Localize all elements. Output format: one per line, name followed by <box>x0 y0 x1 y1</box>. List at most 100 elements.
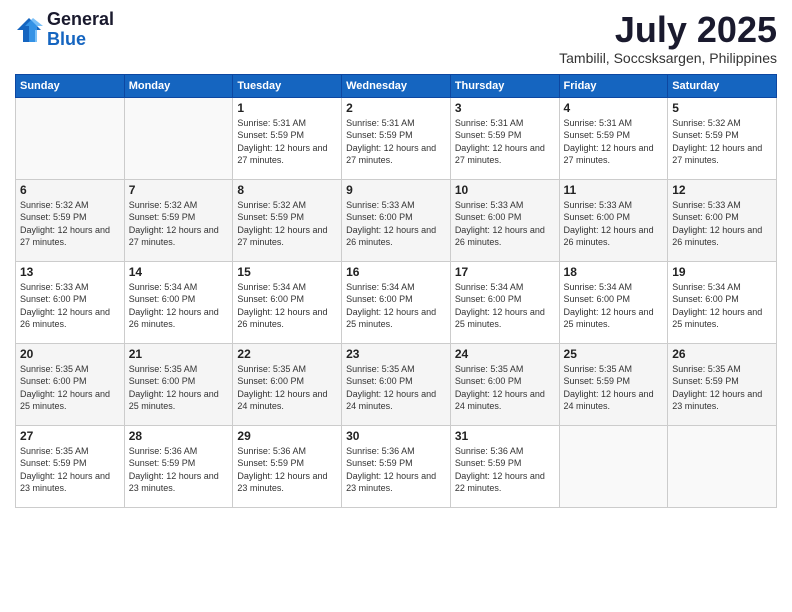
day-number: 30 <box>346 429 446 443</box>
header-thursday: Thursday <box>450 74 559 97</box>
day-info: Sunrise: 5:35 AM Sunset: 6:00 PM Dayligh… <box>129 363 229 413</box>
table-cell: 18 Sunrise: 5:34 AM Sunset: 6:00 PM Dayli… <box>559 261 668 343</box>
table-cell: 28 Sunrise: 5:36 AM Sunset: 5:59 PM Dayli… <box>124 425 233 507</box>
day-number: 16 <box>346 265 446 279</box>
day-number: 26 <box>672 347 772 361</box>
header-wednesday: Wednesday <box>342 74 451 97</box>
table-cell: 27 Sunrise: 5:35 AM Sunset: 5:59 PM Dayli… <box>16 425 125 507</box>
day-number: 3 <box>455 101 555 115</box>
logo-text: General Blue <box>47 10 114 50</box>
day-number: 25 <box>564 347 664 361</box>
day-info: Sunrise: 5:33 AM Sunset: 6:00 PM Dayligh… <box>564 199 664 249</box>
day-info: Sunrise: 5:31 AM Sunset: 5:59 PM Dayligh… <box>455 117 555 167</box>
day-info: Sunrise: 5:34 AM Sunset: 6:00 PM Dayligh… <box>346 281 446 331</box>
day-number: 29 <box>237 429 337 443</box>
table-cell: 17 Sunrise: 5:34 AM Sunset: 6:00 PM Dayli… <box>450 261 559 343</box>
day-info: Sunrise: 5:36 AM Sunset: 5:59 PM Dayligh… <box>129 445 229 495</box>
day-number: 14 <box>129 265 229 279</box>
table-cell: 22 Sunrise: 5:35 AM Sunset: 6:00 PM Dayli… <box>233 343 342 425</box>
day-number: 31 <box>455 429 555 443</box>
week-row-3: 13Sunrise: 5:33 AM Sunset: 6:00 PM Dayli… <box>16 261 777 343</box>
table-cell: 4 Sunrise: 5:31 AM Sunset: 5:59 PM Daylig… <box>559 97 668 179</box>
table-cell: 1 Sunrise: 5:31 AM Sunset: 5:59 PM Daylig… <box>233 97 342 179</box>
header-tuesday: Tuesday <box>233 74 342 97</box>
day-info: Sunrise: 5:31 AM Sunset: 5:59 PM Dayligh… <box>564 117 664 167</box>
day-info: Sunrise: 5:34 AM Sunset: 6:00 PM Dayligh… <box>672 281 772 331</box>
day-info: Sunrise: 5:35 AM Sunset: 6:00 PM Dayligh… <box>20 363 120 413</box>
day-number: 12 <box>672 183 772 197</box>
day-number: 11 <box>564 183 664 197</box>
day-number: 28 <box>129 429 229 443</box>
day-info: Sunrise: 5:35 AM Sunset: 6:00 PM Dayligh… <box>346 363 446 413</box>
table-cell: 14 Sunrise: 5:34 AM Sunset: 6:00 PM Dayli… <box>124 261 233 343</box>
table-cell: 20 Sunrise: 5:35 AM Sunset: 6:00 PM Dayli… <box>16 343 125 425</box>
day-number: 22 <box>237 347 337 361</box>
logo-icon <box>15 16 43 44</box>
table-cell: 30Sunrise: 5:36 AM Sunset: 5:59 PM Dayli… <box>342 425 451 507</box>
header-friday: Friday <box>559 74 668 97</box>
day-info: Sunrise: 5:33 AM Sunset: 6:00 PM Dayligh… <box>20 281 120 331</box>
table-cell: 6 Sunrise: 5:32 AM Sunset: 5:59 PM Daylig… <box>16 179 125 261</box>
day-info: Sunrise: 5:31 AM Sunset: 5:59 PM Dayligh… <box>237 117 337 167</box>
day-info: Sunrise: 5:35 AM Sunset: 5:59 PM Dayligh… <box>672 363 772 413</box>
day-info: Sunrise: 5:35 AM Sunset: 5:59 PM Dayligh… <box>20 445 120 495</box>
day-number: 15 <box>237 265 337 279</box>
table-cell: 23Sunrise: 5:35 AM Sunset: 6:00 PM Dayli… <box>342 343 451 425</box>
day-number: 18 <box>564 265 664 279</box>
header: General Blue July 2025 Tambilil, Soccsks… <box>15 10 777 66</box>
week-row-1: 1 Sunrise: 5:31 AM Sunset: 5:59 PM Daylig… <box>16 97 777 179</box>
day-info: Sunrise: 5:33 AM Sunset: 6:00 PM Dayligh… <box>346 199 446 249</box>
day-info: Sunrise: 5:35 AM Sunset: 5:59 PM Dayligh… <box>564 363 664 413</box>
day-number: 21 <box>129 347 229 361</box>
weekday-header-row: Sunday Monday Tuesday Wednesday Thursday… <box>16 74 777 97</box>
table-cell: 31 Sunrise: 5:36 AM Sunset: 5:59 PM Dayli… <box>450 425 559 507</box>
day-info: Sunrise: 5:34 AM Sunset: 6:00 PM Dayligh… <box>237 281 337 331</box>
table-cell: 16 Sunrise: 5:34 AM Sunset: 6:00 PM Dayli… <box>342 261 451 343</box>
table-cell <box>124 97 233 179</box>
day-info: Sunrise: 5:36 AM Sunset: 5:59 PM Dayligh… <box>237 445 337 495</box>
day-number: 27 <box>20 429 120 443</box>
table-cell: 25 Sunrise: 5:35 AM Sunset: 5:59 PM Dayli… <box>559 343 668 425</box>
header-monday: Monday <box>124 74 233 97</box>
day-info: Sunrise: 5:32 AM Sunset: 5:59 PM Dayligh… <box>129 199 229 249</box>
day-number: 6 <box>20 183 120 197</box>
table-cell <box>559 425 668 507</box>
table-cell: 8Sunrise: 5:32 AM Sunset: 5:59 PM Daylig… <box>233 179 342 261</box>
logo-general: General <box>47 10 114 30</box>
table-cell: 15 Sunrise: 5:34 AM Sunset: 6:00 PM Dayli… <box>233 261 342 343</box>
table-cell: 21 Sunrise: 5:35 AM Sunset: 6:00 PM Dayli… <box>124 343 233 425</box>
day-number: 20 <box>20 347 120 361</box>
day-info: Sunrise: 5:32 AM Sunset: 5:59 PM Dayligh… <box>20 199 120 249</box>
day-info: Sunrise: 5:31 AM Sunset: 5:59 PM Dayligh… <box>346 117 446 167</box>
month-title: July 2025 <box>559 10 777 50</box>
day-info: Sunrise: 5:36 AM Sunset: 5:59 PM Dayligh… <box>455 445 555 495</box>
day-number: 7 <box>129 183 229 197</box>
day-info: Sunrise: 5:33 AM Sunset: 6:00 PM Dayligh… <box>672 199 772 249</box>
day-info: Sunrise: 5:32 AM Sunset: 5:59 PM Dayligh… <box>237 199 337 249</box>
week-row-4: 20 Sunrise: 5:35 AM Sunset: 6:00 PM Dayli… <box>16 343 777 425</box>
table-cell <box>16 97 125 179</box>
table-cell: 10Sunrise: 5:33 AM Sunset: 6:00 PM Dayli… <box>450 179 559 261</box>
table-cell: 24Sunrise: 5:35 AM Sunset: 6:00 PM Dayli… <box>450 343 559 425</box>
table-cell: 13Sunrise: 5:33 AM Sunset: 6:00 PM Dayli… <box>16 261 125 343</box>
day-info: Sunrise: 5:34 AM Sunset: 6:00 PM Dayligh… <box>564 281 664 331</box>
day-info: Sunrise: 5:32 AM Sunset: 5:59 PM Dayligh… <box>672 117 772 167</box>
day-number: 19 <box>672 265 772 279</box>
table-cell: 9Sunrise: 5:33 AM Sunset: 6:00 PM Daylig… <box>342 179 451 261</box>
day-number: 2 <box>346 101 446 115</box>
day-number: 4 <box>564 101 664 115</box>
location: Tambilil, Soccsksargen, Philippines <box>559 50 777 66</box>
header-saturday: Saturday <box>668 74 777 97</box>
table-cell <box>668 425 777 507</box>
week-row-2: 6 Sunrise: 5:32 AM Sunset: 5:59 PM Daylig… <box>16 179 777 261</box>
day-number: 17 <box>455 265 555 279</box>
week-row-5: 27 Sunrise: 5:35 AM Sunset: 5:59 PM Dayli… <box>16 425 777 507</box>
day-info: Sunrise: 5:34 AM Sunset: 6:00 PM Dayligh… <box>455 281 555 331</box>
day-info: Sunrise: 5:34 AM Sunset: 6:00 PM Dayligh… <box>129 281 229 331</box>
day-number: 5 <box>672 101 772 115</box>
logo: General Blue <box>15 10 114 50</box>
day-info: Sunrise: 5:35 AM Sunset: 6:00 PM Dayligh… <box>237 363 337 413</box>
day-info: Sunrise: 5:33 AM Sunset: 6:00 PM Dayligh… <box>455 199 555 249</box>
header-sunday: Sunday <box>16 74 125 97</box>
day-number: 1 <box>237 101 337 115</box>
